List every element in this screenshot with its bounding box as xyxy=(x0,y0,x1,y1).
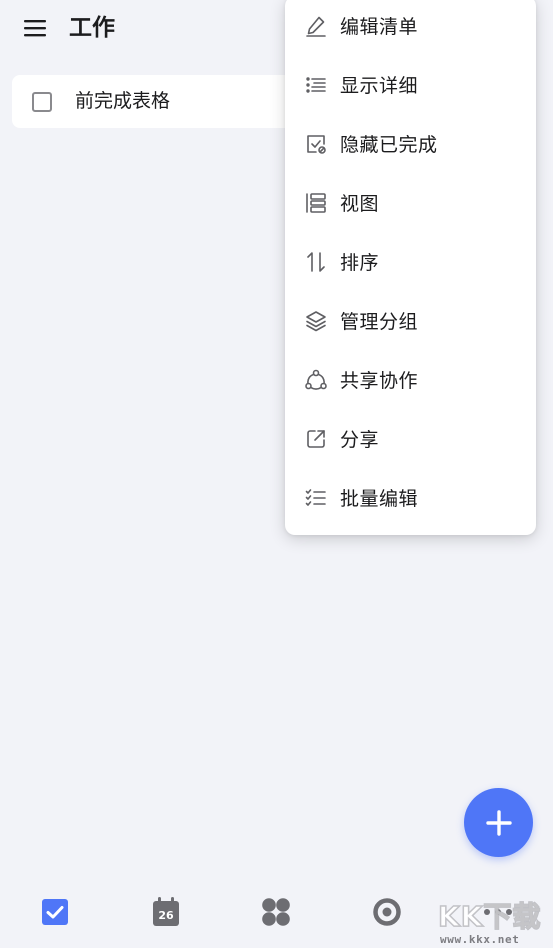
add-task-button[interactable] xyxy=(464,788,533,857)
menu-item-share-collab[interactable]: 共享协作 xyxy=(285,350,536,409)
task-title: 前完成表格 xyxy=(75,90,171,112)
menu-item-view[interactable]: 视图 xyxy=(285,173,536,232)
menu-item-label: 视图 xyxy=(340,193,380,215)
view-icon xyxy=(304,191,328,215)
pencil-icon xyxy=(304,14,328,38)
nav-calendar[interactable]: 26 xyxy=(151,897,181,927)
layers-icon xyxy=(304,309,328,333)
menu-item-label: 排序 xyxy=(340,252,380,274)
page-title: 工作 xyxy=(69,15,115,41)
bottom-nav: 26 xyxy=(0,880,553,948)
menu-item-label: 管理分组 xyxy=(340,311,419,333)
share-external-icon xyxy=(304,427,328,451)
menu-item-label: 隐藏已完成 xyxy=(340,134,438,156)
menu-item-edit-list[interactable]: 编辑清单 xyxy=(285,0,536,55)
menu-item-manage-groups[interactable]: 管理分组 xyxy=(285,291,536,350)
menu-item-batch-edit[interactable]: 批量编辑 xyxy=(285,468,536,527)
focus-timer-icon xyxy=(373,898,401,926)
menu-item-show-details[interactable]: 显示详细 xyxy=(285,55,536,114)
more-dots-icon xyxy=(484,909,512,915)
menu-item-label: 共享协作 xyxy=(340,370,419,392)
plus-icon xyxy=(485,809,512,836)
hamburger-menu-icon[interactable] xyxy=(18,12,52,44)
hide-completed-icon xyxy=(304,132,328,156)
menu-item-sort[interactable]: 排序 xyxy=(285,232,536,291)
four-quadrant-icon xyxy=(262,898,290,926)
menu-item-label: 分享 xyxy=(340,429,380,451)
batch-edit-icon xyxy=(304,486,328,510)
task-checkbox[interactable] xyxy=(32,92,52,112)
calendar-date-label: 26 xyxy=(158,909,174,922)
nav-tasks[interactable] xyxy=(40,897,70,927)
list-detail-icon xyxy=(304,73,328,97)
share-collab-icon xyxy=(304,368,328,392)
nav-more[interactable] xyxy=(483,897,513,927)
menu-item-share[interactable]: 分享 xyxy=(285,409,536,468)
menu-item-hide-completed[interactable]: 隐藏已完成 xyxy=(285,114,536,173)
more-options-menu: 编辑清单 显示详细 隐藏已完成 视图 排序 管理分组 共享协作 分享 批量编辑 xyxy=(285,0,536,535)
menu-item-label: 显示详细 xyxy=(340,75,419,97)
calendar-icon: 26 xyxy=(153,897,179,926)
sort-icon xyxy=(304,250,328,274)
nav-focus[interactable] xyxy=(372,897,402,927)
menu-item-label: 批量编辑 xyxy=(340,488,419,510)
task-checkbox-icon xyxy=(42,899,68,925)
nav-quadrants[interactable] xyxy=(261,897,291,927)
menu-item-label: 编辑清单 xyxy=(340,16,419,38)
app-screen: 工作 前完成表格 编辑清单 显示详细 隐藏已完成 视图 排序 管理分组 共享协作… xyxy=(0,0,553,948)
